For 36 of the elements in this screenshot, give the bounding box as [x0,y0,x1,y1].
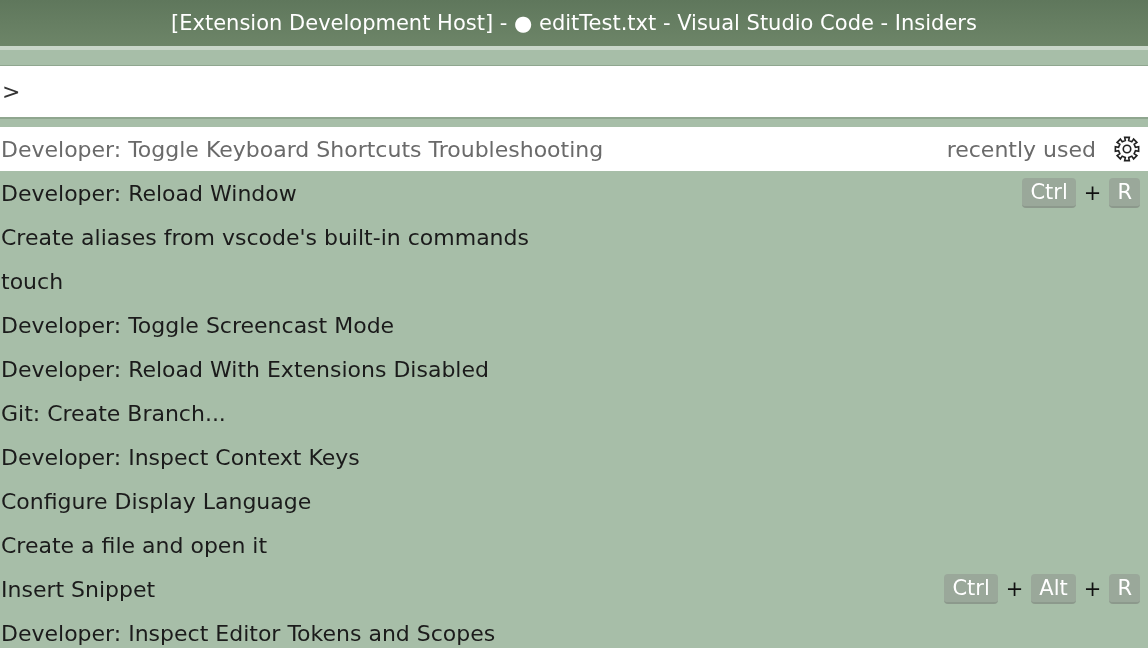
command-item[interactable]: Developer: Toggle Screencast Mode [0,303,1148,347]
command-label: Create a file and open it [1,532,268,558]
keycap: Alt [1031,574,1076,604]
key-separator: + [1083,181,1102,205]
command-item[interactable]: Create a file and open it [0,523,1148,567]
command-detail: recently used [946,136,1096,162]
keycap: R [1109,574,1140,604]
command-item[interactable]: Developer: Inspect Context Keys [0,435,1148,479]
command-item[interactable]: Git: Create Branch... [0,391,1148,435]
key-separator: + [1005,577,1024,601]
command-item[interactable]: Insert Snippet Ctrl + Alt + R [0,567,1148,611]
command-label: Developer: Inspect Context Keys [1,444,360,470]
command-item[interactable]: Create aliases from vscode's built-in commands [0,215,1148,259]
keycap: R [1109,178,1140,208]
command-label: Developer: Toggle Screencast Mode [1,312,395,338]
command-input[interactable]: > [0,66,1148,119]
key-separator: + [1083,577,1102,601]
command-label: Git: Create Branch... [1,400,226,426]
command-item[interactable]: Developer: Reload Window Ctrl + R [0,171,1148,215]
command-item[interactable]: Developer: Reload With Extensions Disabled [0,347,1148,391]
settings-icon[interactable] [1114,136,1140,162]
command-label: Insert Snippet [1,576,156,602]
command-label: Create aliases from vscode's built-in commands [1,224,529,250]
command-label: Developer: Toggle Keyboard Shortcuts Troubleshooting [1,136,604,162]
command-label: Configure Display Language [1,488,312,514]
command-item[interactable]: Developer: Toggle Keyboard Shortcuts Troubleshooting recently used [0,127,1148,171]
keycap: Ctrl [944,574,998,604]
command-item[interactable]: Developer: Inspect Editor Tokens and Scopes [0,611,1148,648]
command-label: Developer: Inspect Editor Tokens and Scopes [1,620,496,646]
command-label: touch [1,268,64,294]
command-label: Developer: Reload With Extensions Disabled [1,356,489,382]
command-item[interactable]: touch [0,259,1148,303]
command-label: Developer: Reload Window [1,180,297,206]
window-title: [Extension Development Host] - ● editTest.txt - Visual Studio Code - Insiders [171,11,977,35]
command-item[interactable]: Configure Display Language [0,479,1148,523]
keycap: Ctrl [1022,178,1076,208]
